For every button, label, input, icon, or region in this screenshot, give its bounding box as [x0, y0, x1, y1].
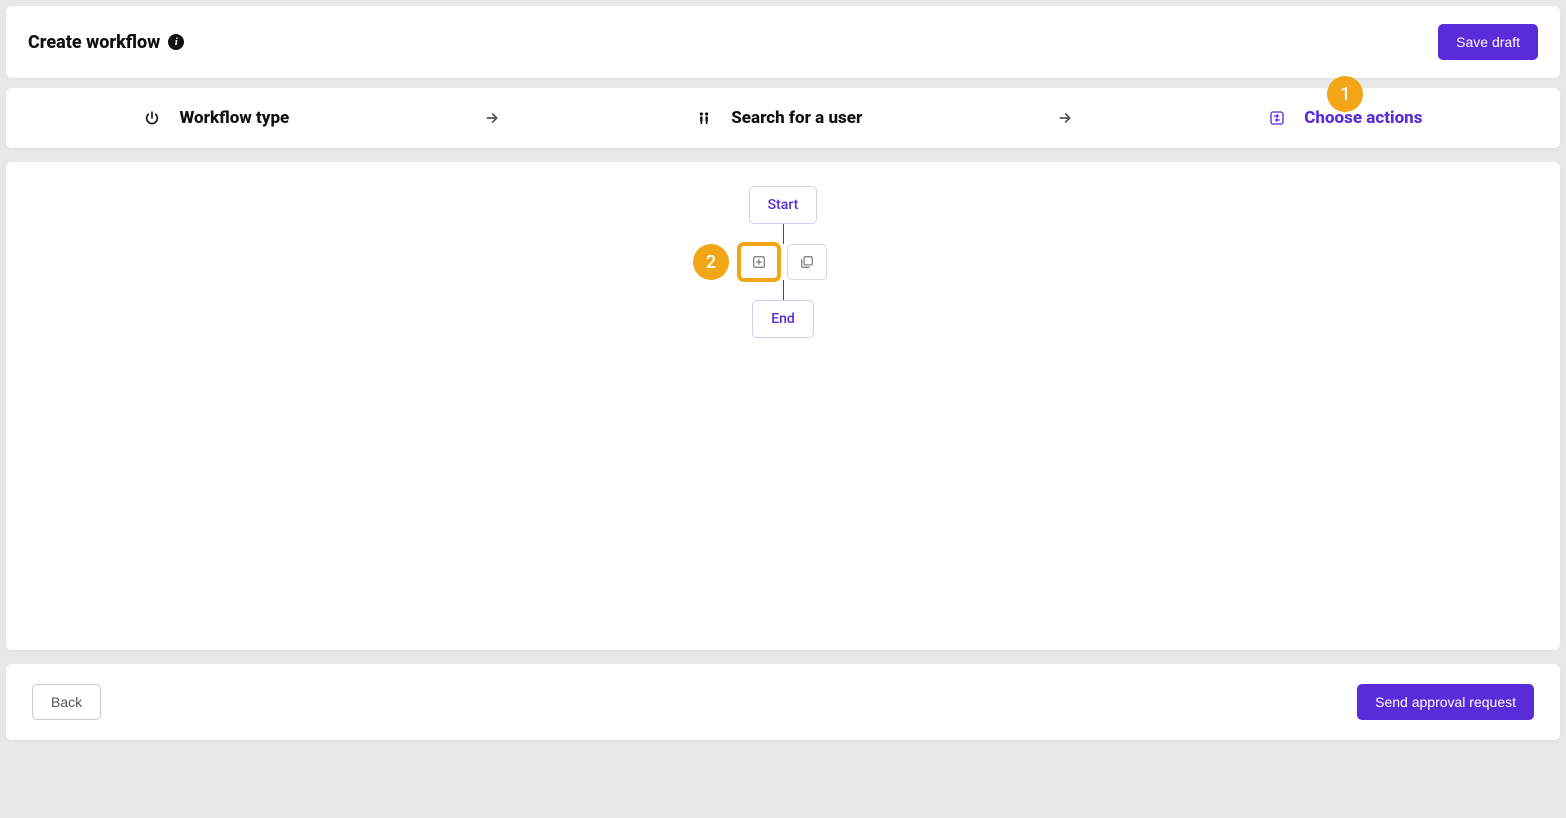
- header-bar: Create workflow i Save draft: [6, 6, 1560, 78]
- annotation-badge-2: 2: [693, 244, 729, 280]
- flow-end-node[interactable]: End: [752, 300, 814, 338]
- arrow-right-icon: [484, 110, 500, 126]
- step-label: Search for a user: [731, 108, 862, 128]
- page-title: Create workflow: [28, 32, 160, 53]
- header-title-wrap: Create workflow i: [28, 32, 184, 53]
- info-icon[interactable]: i: [168, 34, 184, 50]
- footer-bar: Back Send approval request: [6, 664, 1560, 740]
- flow-start-node[interactable]: Start: [749, 186, 818, 224]
- step-label: Choose actions: [1304, 108, 1422, 128]
- people-icon: [695, 109, 713, 127]
- flow-container: Start 2 End: [739, 186, 827, 338]
- template-action-button[interactable]: [787, 244, 827, 280]
- step-search-user[interactable]: Search for a user: [695, 108, 862, 128]
- flow-connector: [783, 224, 784, 244]
- add-action-button[interactable]: [739, 244, 779, 280]
- plus-box-icon: [752, 255, 766, 269]
- stepper-bar: Workflow type Search for a user 1 Choose…: [6, 88, 1560, 148]
- workflow-canvas: Start 2 End: [6, 162, 1560, 650]
- step-workflow-type[interactable]: Workflow type: [143, 108, 289, 128]
- send-approval-button[interactable]: Send approval request: [1357, 684, 1534, 720]
- flow-action-row: 2: [739, 244, 827, 280]
- back-button[interactable]: Back: [32, 684, 101, 720]
- arrow-right-icon: [1057, 110, 1073, 126]
- flow-connector: [783, 280, 784, 300]
- layers-icon: [800, 255, 814, 269]
- step-label: Workflow type: [179, 108, 289, 128]
- save-draft-button[interactable]: Save draft: [1438, 24, 1538, 60]
- annotation-badge-1: 1: [1327, 76, 1363, 112]
- swap-icon: [1268, 109, 1286, 127]
- step-choose-actions[interactable]: 1 Choose actions: [1268, 108, 1422, 128]
- power-icon: [143, 109, 161, 127]
